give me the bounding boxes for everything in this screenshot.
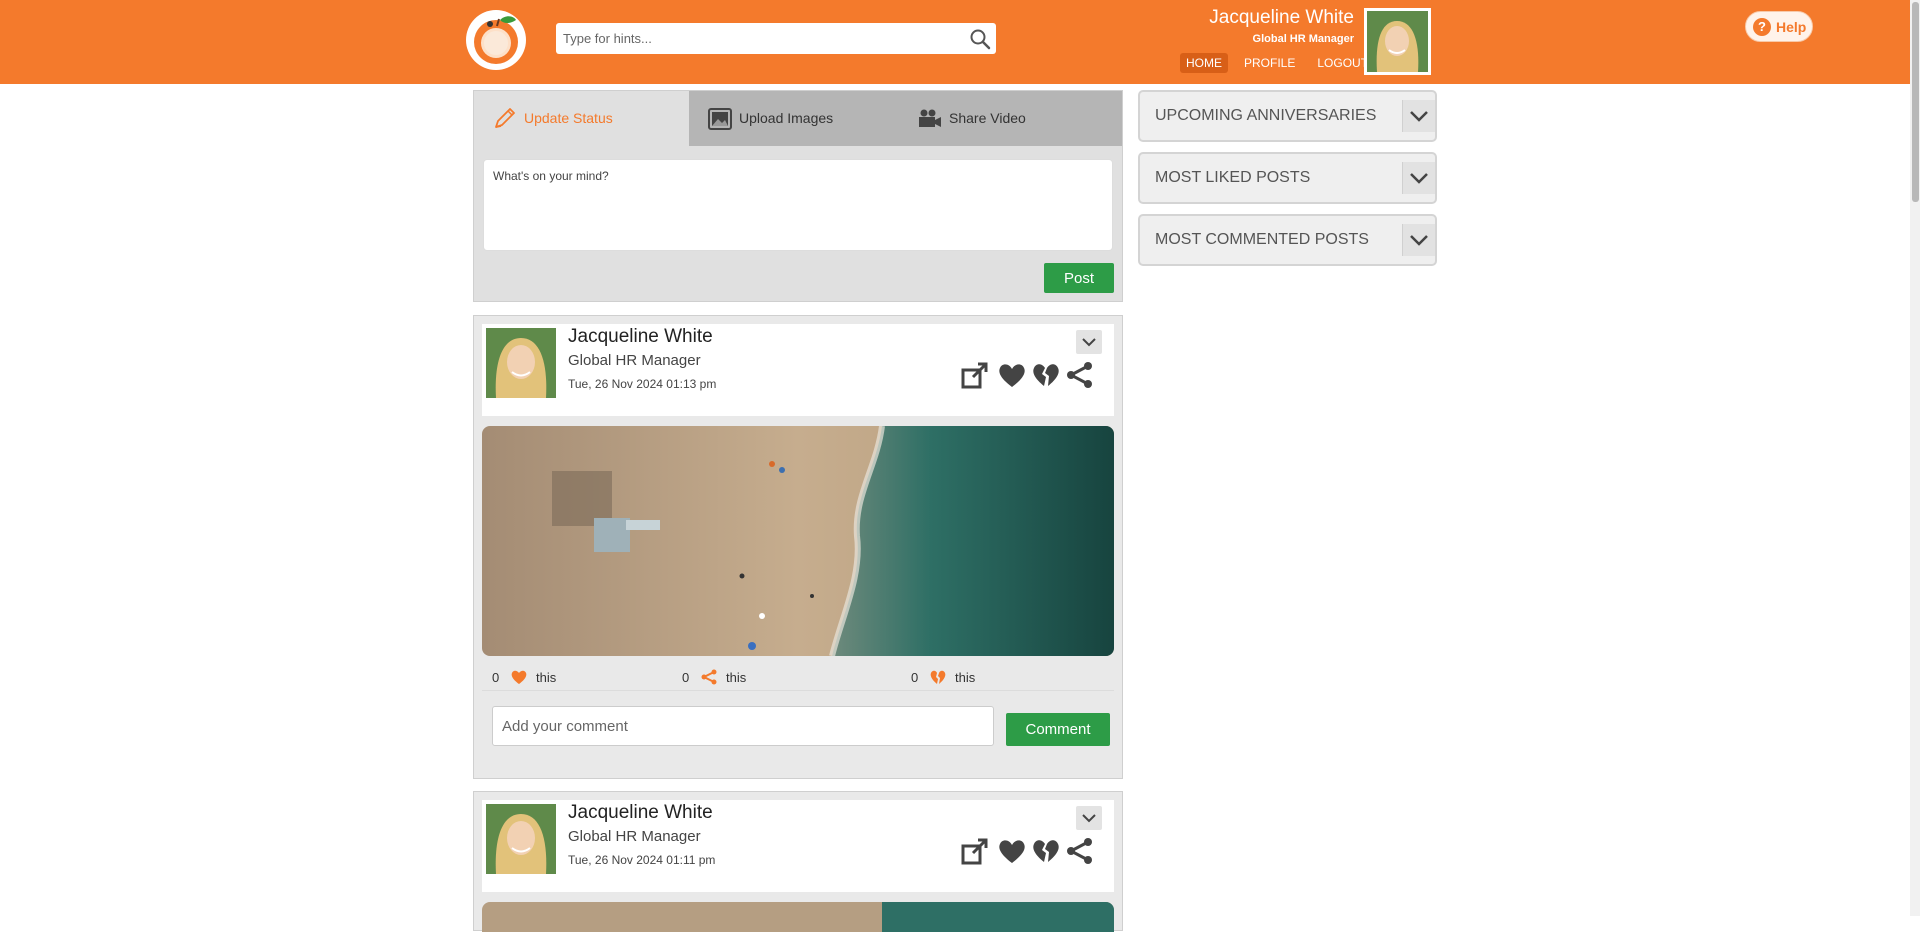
- share-out-icon[interactable]: [960, 836, 992, 866]
- widget-title: UPCOMING ANNIVERSARIES: [1155, 107, 1377, 124]
- tab-upload-images-label: Upload Images: [739, 110, 834, 126]
- image-icon: [708, 108, 732, 130]
- tab-update-status-label: Update Status: [524, 110, 613, 126]
- heart-icon[interactable]: [996, 360, 1028, 390]
- top-bar: Jacqueline White Global HR Manager HOME …: [0, 0, 1920, 84]
- widget-most-liked-posts[interactable]: MOST LIKED POSTS: [1138, 152, 1437, 204]
- user-avatar[interactable]: [1364, 8, 1431, 75]
- divider: [482, 690, 1114, 691]
- help-icon: ?: [1753, 18, 1771, 36]
- post-header: Jacqueline White Global HR Manager Tue, …: [482, 324, 1114, 416]
- widget-most-commented-posts[interactable]: MOST COMMENTED POSTS: [1138, 214, 1437, 266]
- broken-heart-icon[interactable]: [1030, 360, 1062, 390]
- share-out-icon[interactable]: [960, 360, 992, 390]
- status-input[interactable]: [483, 159, 1113, 251]
- post-card: Jacqueline White Global HR Manager Tue, …: [473, 315, 1123, 779]
- broken-heart-icon[interactable]: [1030, 836, 1062, 866]
- tab-share-video-label: Share Video: [949, 110, 1026, 126]
- widget-upcoming-anniversaries[interactable]: UPCOMING ANNIVERSARIES: [1138, 90, 1437, 142]
- dislikes-count: 0: [911, 670, 919, 685]
- tab-share-video[interactable]: Share Video: [905, 91, 1122, 146]
- post-image[interactable]: [482, 902, 1114, 932]
- broken-heart-icon: [930, 670, 946, 684]
- widget-toggle[interactable]: [1402, 100, 1435, 132]
- share-icon: [701, 669, 717, 685]
- heart-icon: [511, 670, 527, 684]
- author-avatar[interactable]: [486, 328, 556, 398]
- search-box: [556, 23, 996, 54]
- post-timestamp: Tue, 26 Nov 2024 01:11 pm: [568, 853, 716, 867]
- page-scrollbar[interactable]: [1910, 0, 1920, 916]
- nav-profile[interactable]: PROFILE: [1238, 53, 1301, 73]
- post-card: Jacqueline White Global HR Manager Tue, …: [473, 791, 1123, 932]
- user-name: Jacqueline White: [1209, 7, 1354, 28]
- chevron-down-icon: [1410, 235, 1428, 246]
- likes-count: 0: [492, 670, 500, 685]
- author-avatar[interactable]: [486, 804, 556, 874]
- post-stats: 0 this 0 this 0 this: [482, 664, 1114, 690]
- author-name[interactable]: Jacqueline White: [568, 326, 713, 348]
- chevron-down-icon: [1410, 173, 1428, 184]
- widget-title: MOST LIKED POSTS: [1155, 169, 1311, 186]
- widget-title: MOST COMMENTED POSTS: [1155, 231, 1369, 248]
- scrollbar-thumb[interactable]: [1912, 2, 1919, 202]
- post-image[interactable]: [482, 426, 1114, 656]
- search-input[interactable]: [556, 23, 963, 54]
- video-camera-icon: [919, 109, 941, 127]
- share-icon[interactable]: [1064, 360, 1096, 390]
- author-name[interactable]: Jacqueline White: [568, 802, 713, 824]
- search-icon[interactable]: [968, 27, 992, 51]
- likes-label: this: [536, 670, 557, 685]
- buzz-logo[interactable]: [466, 10, 526, 70]
- pencil-icon: [495, 108, 515, 128]
- post-timestamp: Tue, 26 Nov 2024 01:13 pm: [568, 377, 717, 391]
- share-icon[interactable]: [1064, 836, 1096, 866]
- user-role: Global HR Manager: [1252, 33, 1354, 45]
- post-options-button[interactable]: [1076, 806, 1102, 830]
- composer-tabs: Update Status Upload Images Share Video: [474, 91, 1122, 146]
- chevron-down-icon: [1082, 338, 1096, 347]
- chevron-down-icon: [1082, 814, 1096, 823]
- chevron-down-icon: [1410, 111, 1428, 122]
- help-label: Help: [1776, 19, 1807, 35]
- shares-label: this: [726, 670, 747, 685]
- tab-update-status[interactable]: Update Status: [474, 91, 689, 146]
- post-button[interactable]: Post: [1044, 263, 1114, 293]
- dislikes-label: this: [955, 670, 976, 685]
- top-nav: HOME PROFILE LOGOUT: [1180, 53, 1384, 73]
- heart-icon[interactable]: [996, 836, 1028, 866]
- status-composer: Update Status Upload Images Share Video …: [473, 90, 1123, 302]
- post-options-button[interactable]: [1076, 330, 1102, 354]
- tab-upload-images[interactable]: Upload Images: [689, 91, 905, 146]
- comment-input[interactable]: [492, 706, 994, 746]
- author-role: Global HR Manager: [568, 828, 701, 845]
- widget-toggle[interactable]: [1402, 162, 1435, 194]
- nav-home[interactable]: HOME: [1180, 53, 1228, 73]
- author-role: Global HR Manager: [568, 352, 701, 369]
- help-button[interactable]: ? Help: [1745, 11, 1813, 42]
- widget-toggle[interactable]: [1402, 224, 1435, 256]
- post-header: Jacqueline White Global HR Manager Tue, …: [482, 800, 1114, 892]
- shares-count: 0: [682, 670, 690, 685]
- comment-button[interactable]: Comment: [1006, 713, 1110, 746]
